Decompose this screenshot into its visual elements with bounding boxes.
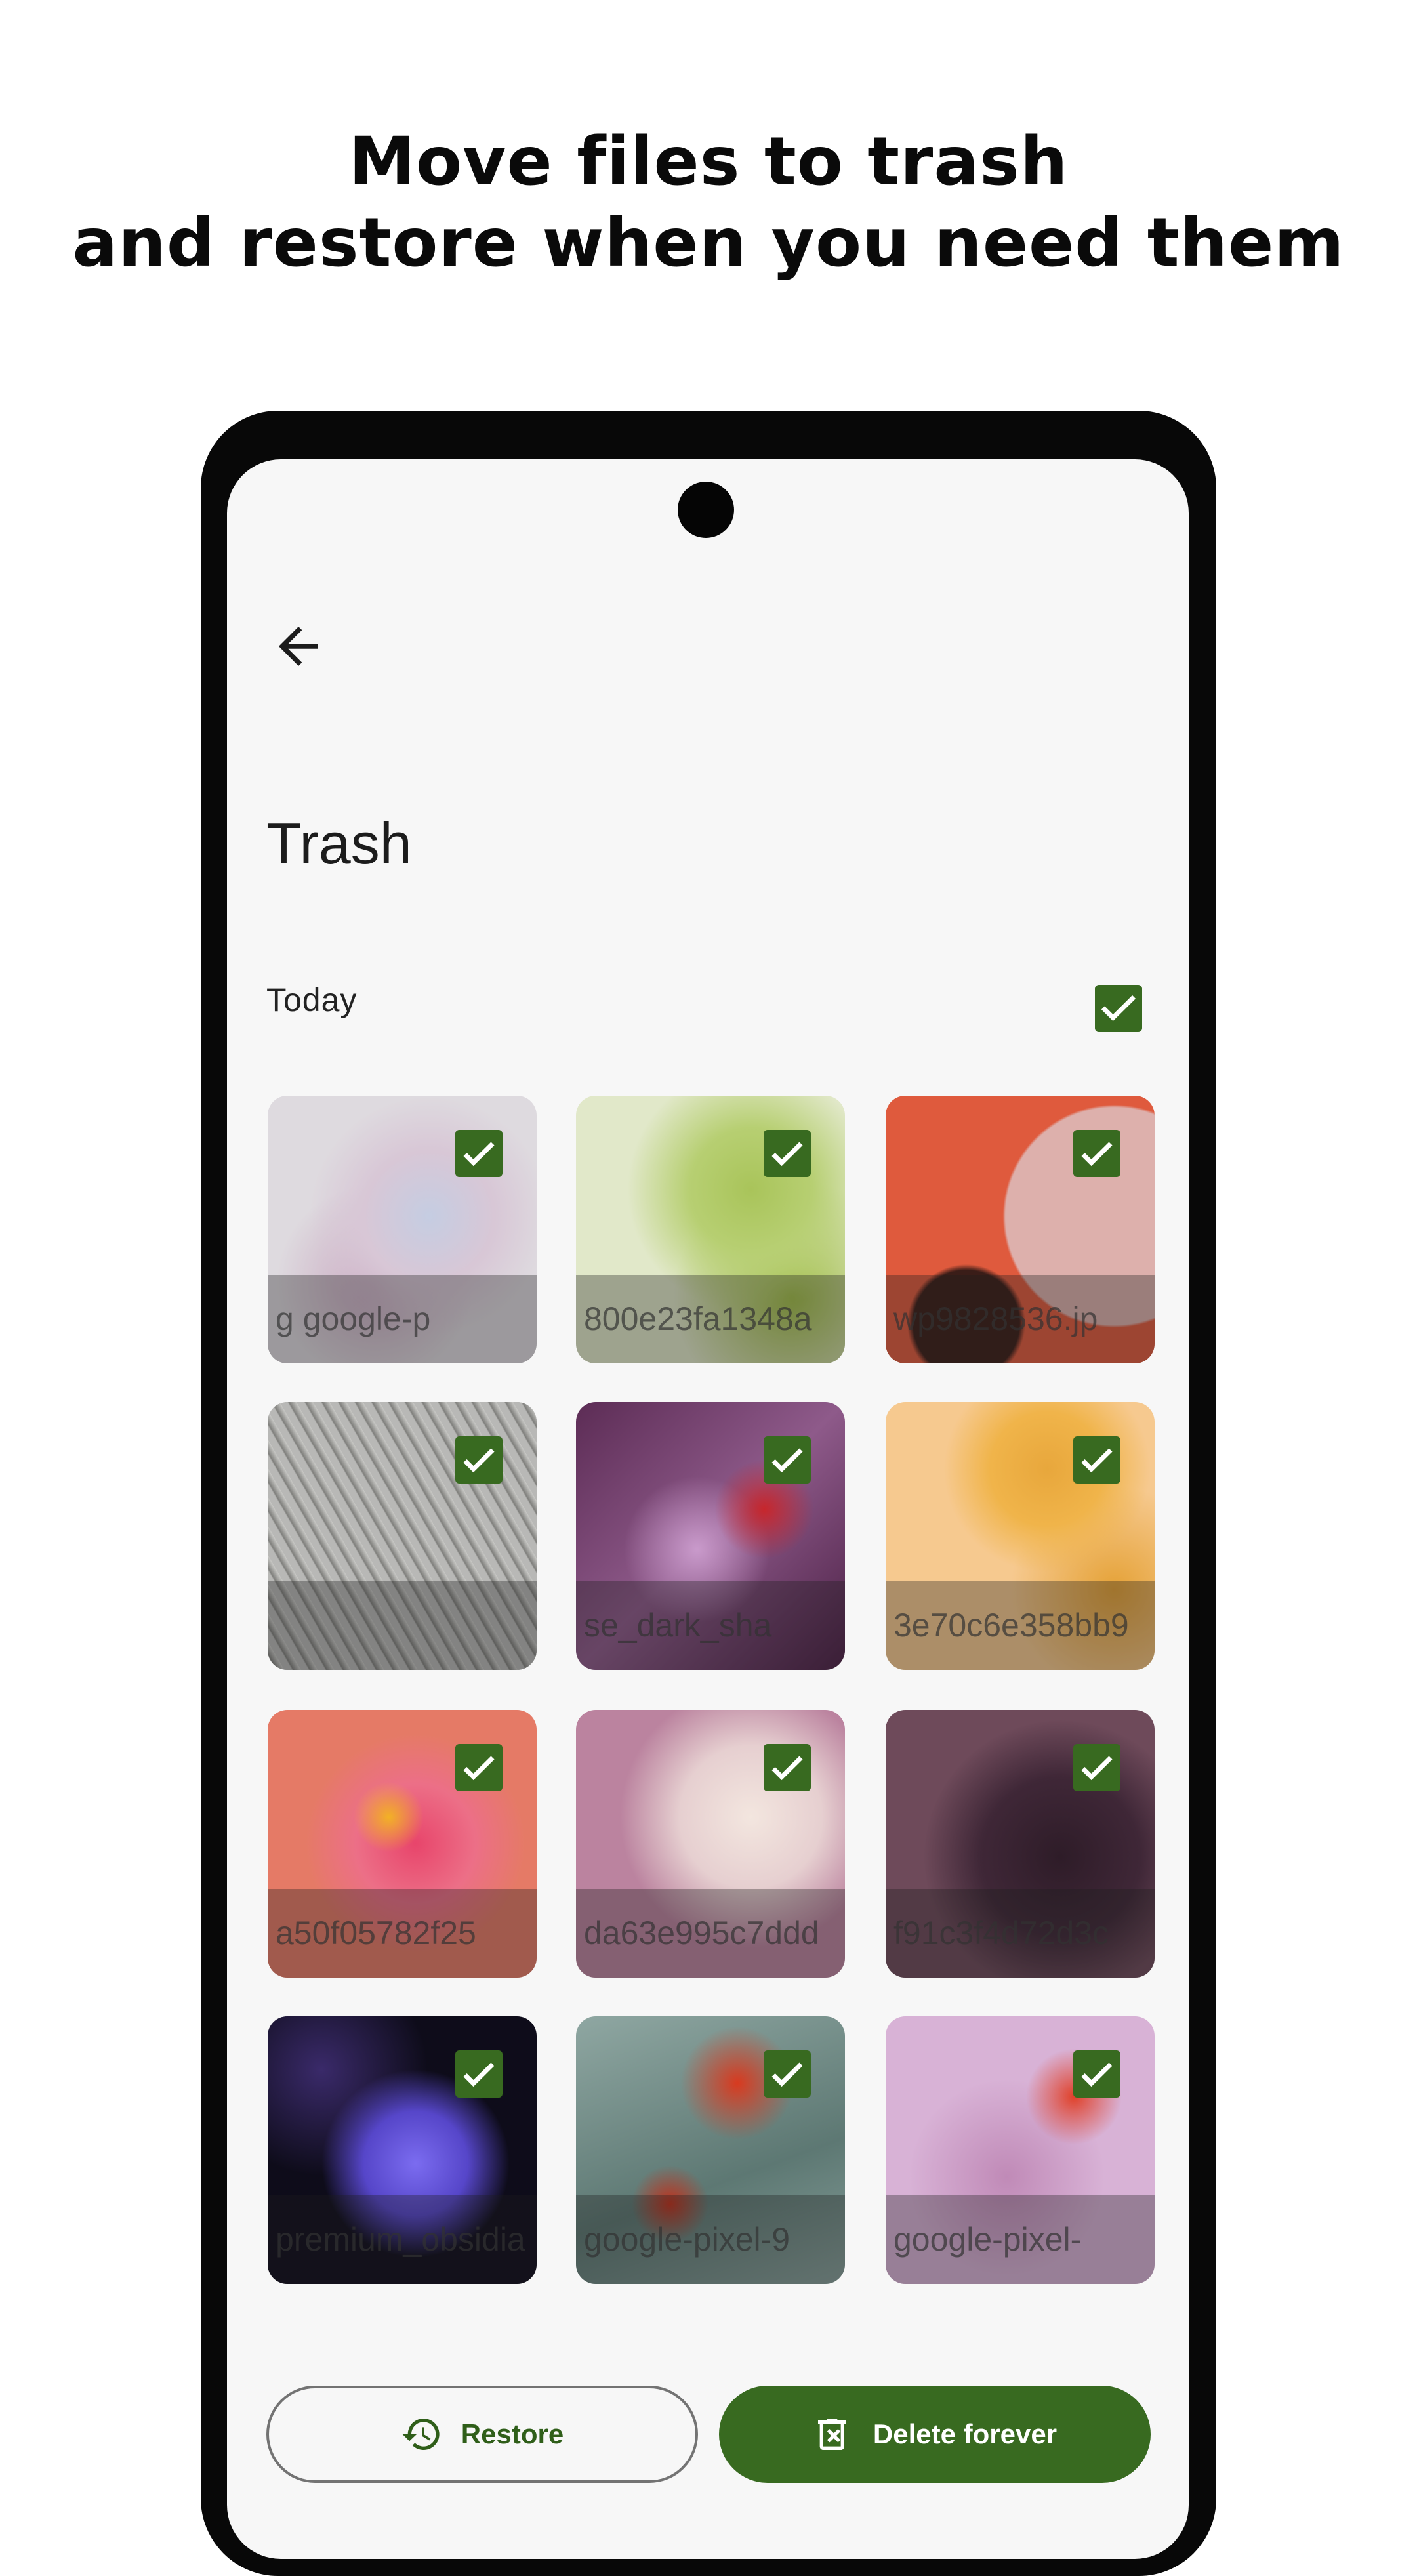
section-label: Today xyxy=(266,982,358,1018)
check-icon xyxy=(1081,1756,1113,1781)
file-name: premium_obsidia xyxy=(268,2195,537,2284)
file-tile[interactable]: da63e995c7ddd xyxy=(576,1710,845,1978)
file-name: 800e23fa1348a xyxy=(576,1275,845,1363)
tile-checkbox[interactable] xyxy=(764,1130,811,1177)
file-name: google-pixel-9 xyxy=(576,2195,845,2284)
check-icon xyxy=(463,2062,495,2087)
back-button[interactable] xyxy=(269,617,328,676)
tile-checkbox[interactable] xyxy=(764,1436,811,1484)
tile-checkbox[interactable] xyxy=(455,1436,503,1484)
trash-x-icon xyxy=(817,2419,846,2450)
tile-checkbox[interactable] xyxy=(455,1744,503,1791)
check-icon xyxy=(463,1142,495,1167)
file-tile[interactable]: 3e70c6e358bb9 xyxy=(886,1402,1155,1670)
history-icon xyxy=(402,2419,440,2450)
check-icon xyxy=(1081,2062,1113,2087)
file-name: wp9828536.jp xyxy=(886,1275,1155,1363)
check-icon xyxy=(1081,1142,1113,1167)
restore-label: Restore xyxy=(461,2419,564,2449)
check-icon xyxy=(1101,995,1136,1022)
headline-line-1: Move files to trash xyxy=(348,123,1069,201)
file-tile[interactable]: 800e23fa1348a xyxy=(576,1096,845,1363)
file-name: f91c3f4d72d3c xyxy=(886,1889,1155,1978)
tile-checkbox[interactable] xyxy=(1073,1436,1120,1484)
file-name: 3e70c6e358bb9 xyxy=(886,1581,1155,1670)
tile-checkbox[interactable] xyxy=(455,2050,503,2098)
check-icon xyxy=(771,1142,803,1167)
check-icon xyxy=(463,1448,495,1473)
check-icon xyxy=(1081,1448,1113,1473)
file-tile[interactable]: f91c3f4d72d3c xyxy=(886,1710,1155,1978)
file-tile[interactable]: a50f05782f25 xyxy=(268,1710,537,1978)
check-icon xyxy=(463,1756,495,1781)
file-name: se_dark_sha xyxy=(576,1581,845,1670)
headline-line-2: and restore when you need them xyxy=(72,204,1345,282)
file-name: da63e995c7ddd xyxy=(576,1889,845,1978)
file-tile[interactable]: wp9828536.jp xyxy=(886,1096,1155,1363)
file-name: g google-p xyxy=(268,1275,537,1363)
restore-button[interactable]: Restore xyxy=(266,2386,698,2483)
camera-cutout xyxy=(678,482,734,538)
tile-checkbox[interactable] xyxy=(1073,1744,1120,1791)
check-icon xyxy=(771,1448,803,1473)
tile-checkbox[interactable] xyxy=(764,1744,811,1791)
file-name: google-pixel- xyxy=(886,2195,1155,2284)
tile-checkbox[interactable] xyxy=(764,2050,811,2098)
check-icon xyxy=(771,1756,803,1781)
tile-checkbox[interactable] xyxy=(455,1130,503,1177)
tile-checkbox[interactable] xyxy=(1073,1130,1120,1177)
select-all-checkbox[interactable] xyxy=(1095,985,1142,1032)
file-name: a50f05782f25 xyxy=(268,1889,537,1978)
file-tile[interactable]: google-pixel- xyxy=(886,2016,1155,2284)
arrow-back-icon xyxy=(279,627,318,666)
file-tile[interactable]: se_dark_sha xyxy=(576,1402,845,1670)
tile-checkbox[interactable] xyxy=(1073,2050,1120,2098)
file-tile[interactable]: google-pixel-9 xyxy=(576,2016,845,2284)
delete-forever-button[interactable]: Delete forever xyxy=(719,2386,1151,2483)
headline: Move files to trash and restore when you… xyxy=(0,121,1417,284)
file-tile[interactable]: g google-p xyxy=(268,1096,537,1363)
file-name xyxy=(268,1581,537,1670)
delete-forever-label: Delete forever xyxy=(873,2419,1058,2449)
check-icon xyxy=(771,2062,803,2087)
file-tile[interactable] xyxy=(268,1402,537,1670)
page-title: Trash xyxy=(266,811,412,876)
file-tile[interactable]: premium_obsidia xyxy=(268,2016,537,2284)
